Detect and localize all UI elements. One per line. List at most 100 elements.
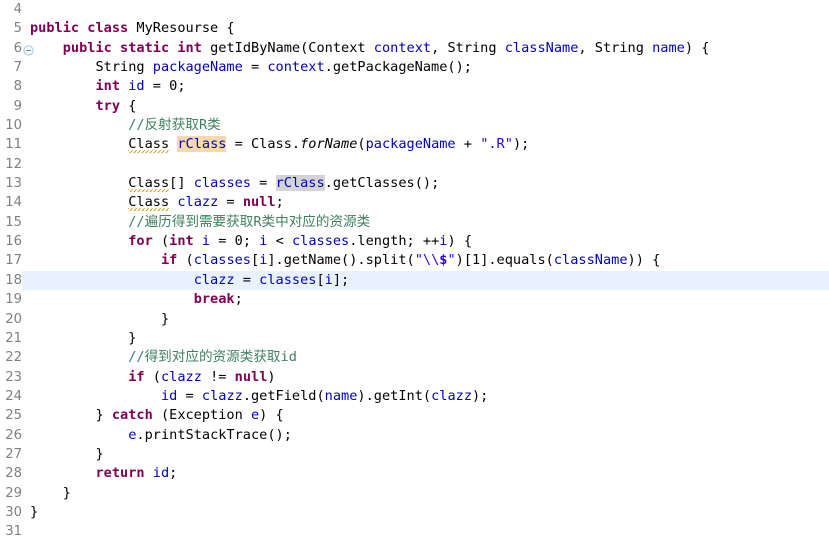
code-editor[interactable]: 4 5 public class MyResourse {6 public stat… <box>0 0 829 539</box>
code-line[interactable]: 8 int id = 0; <box>0 77 829 96</box>
code-text[interactable]: clazz = classes[i]; <box>30 271 350 290</box>
code-text[interactable]: String packageName = context.getPackageN… <box>30 58 472 77</box>
code-token: , String <box>431 39 505 56</box>
code-text[interactable]: int id = 0; <box>30 77 185 96</box>
code-token: String <box>30 59 153 76</box>
code-line[interactable]: 13 Class[] classes = rClass.getClasses()… <box>0 174 829 193</box>
code-token: .length; ++ <box>349 233 440 250</box>
code-text[interactable]: try { <box>30 97 136 116</box>
code-text[interactable]: } <box>30 484 71 503</box>
code-line[interactable]: 29 } <box>0 484 829 503</box>
code-text[interactable]: id = clazz.getField(name).getInt(clazz); <box>30 387 488 406</box>
code-line[interactable]: 22 //得到对应的资源类获取id <box>0 348 829 367</box>
code-line[interactable]: 30} <box>0 503 829 522</box>
code-token: name <box>324 387 358 404</box>
code-text[interactable]: Class[] classes = rClass.getClasses(); <box>30 174 439 193</box>
code-text[interactable]: Class clazz = null; <box>30 193 284 212</box>
code-token: ) { <box>447 233 473 250</box>
code-text[interactable]: if (clazz != null) <box>30 368 275 387</box>
line-number: 10 <box>5 118 22 134</box>
code-line[interactable]: 16 for (int i = 0; i < classes.length; +… <box>0 232 829 251</box>
code-text[interactable]: return id; <box>30 464 177 483</box>
code-token: [] <box>169 175 194 192</box>
code-line[interactable]: 10 //反射获取R类 <box>0 116 829 135</box>
code-line[interactable]: 11 Class rClass = Class.forName(packageN… <box>0 135 829 154</box>
code-line[interactable]: 27 } <box>0 445 829 464</box>
code-line[interactable]: 21 } <box>0 329 829 348</box>
code-line[interactable]: 17 if (classes[i].getName().split("\\$")… <box>0 251 829 270</box>
code-token: Class <box>128 136 170 154</box>
code-line[interactable]: 19 break; <box>0 290 829 309</box>
code-text[interactable]: Class rClass = Class.forName(packageName… <box>30 135 529 154</box>
code-text[interactable]: } <box>30 503 38 522</box>
code-line[interactable]: 28 return id; <box>0 464 829 483</box>
code-line[interactable]: 7 String packageName = context.getPackag… <box>0 58 829 77</box>
code-token: classes <box>193 252 251 269</box>
code-token: ; <box>234 291 243 308</box>
code-token: static <box>120 39 170 56</box>
line-number: 21 <box>5 330 22 346</box>
code-text[interactable]: } <box>30 445 103 464</box>
code-token: < <box>267 233 292 250</box>
code-line[interactable]: 4 <box>0 0 829 19</box>
code-text[interactable]: break; <box>30 290 243 309</box>
line-number: 4 <box>13 2 22 17</box>
code-line[interactable]: 18 clazz = classes[i]; <box>0 270 829 291</box>
code-line[interactable]: 24 id = clazz.getField(name).getInt(claz… <box>0 387 829 406</box>
code-token: ) { <box>684 39 710 56</box>
line-number: 24 <box>5 388 22 404</box>
code-line[interactable]: 5 public class MyResourse { <box>0 19 829 38</box>
code-line[interactable]: 9 try { <box>0 97 829 116</box>
code-token: clazz <box>193 271 235 288</box>
code-line[interactable]: 23 if (clazz != null) <box>0 368 829 387</box>
code-text[interactable]: //遍历得到需要获取R类中对应的资源类 <box>30 213 370 232</box>
code-text[interactable]: } catch (Exception e) { <box>30 406 284 425</box>
code-text[interactable]: //反射获取R类 <box>30 116 221 135</box>
code-token: clazz <box>431 387 472 404</box>
code-token: MyResourse { <box>128 20 235 37</box>
code-token: //反射获取R类 <box>128 117 221 134</box>
code-token: = <box>251 175 276 192</box>
code-line[interactable]: 14 Class clazz = null; <box>0 193 829 212</box>
code-text[interactable]: e.printStackTrace(); <box>30 426 292 445</box>
code-token: ( <box>177 252 194 269</box>
code-text[interactable]: } <box>30 329 136 348</box>
code-token: } <box>30 484 71 501</box>
line-number: 13 <box>5 176 22 192</box>
code-token: rClass <box>177 136 227 153</box>
code-line[interactable]: 15 //遍历得到需要获取R类中对应的资源类 <box>0 213 829 232</box>
code-line[interactable]: 25 } catch (Exception e) { <box>0 406 829 425</box>
code-lines-container[interactable]: 4 5 public class MyResourse {6 public stat… <box>0 0 829 542</box>
code-token: ) { <box>259 407 284 424</box>
code-token: return <box>95 465 145 482</box>
code-token: forName <box>300 136 358 153</box>
code-token: classes <box>193 175 251 192</box>
code-token: .getClasses(); <box>324 175 440 192</box>
code-text[interactable]: } <box>30 310 169 329</box>
code-line[interactable]: 31 <box>0 522 829 541</box>
line-number: 14 <box>5 195 22 211</box>
code-token: )[1].equals( <box>455 252 554 269</box>
code-line[interactable]: 26 e.printStackTrace(); <box>0 426 829 445</box>
code-text[interactable]: if (classes[i].getName().split("\\$")[1]… <box>30 251 660 270</box>
line-number: 17 <box>5 253 22 269</box>
code-line[interactable]: 12 <box>0 155 829 174</box>
code-token: != <box>201 368 235 385</box>
code-text[interactable]: public static int getIdByName(Context co… <box>30 39 710 58</box>
code-text[interactable]: public class MyResourse { <box>30 19 235 38</box>
code-token: int <box>169 233 194 250</box>
code-text[interactable]: //得到对应的资源类获取id <box>30 348 297 367</box>
line-number: 31 <box>5 524 22 540</box>
code-text[interactable]: for (int i = 0; i < classes.length; ++i)… <box>30 232 472 251</box>
code-token: for <box>128 233 153 250</box>
code-line[interactable]: 20 } <box>0 310 829 329</box>
code-token: packageName <box>152 59 243 76</box>
code-line[interactable]: 6 public static int getIdByName(Context … <box>0 39 829 58</box>
